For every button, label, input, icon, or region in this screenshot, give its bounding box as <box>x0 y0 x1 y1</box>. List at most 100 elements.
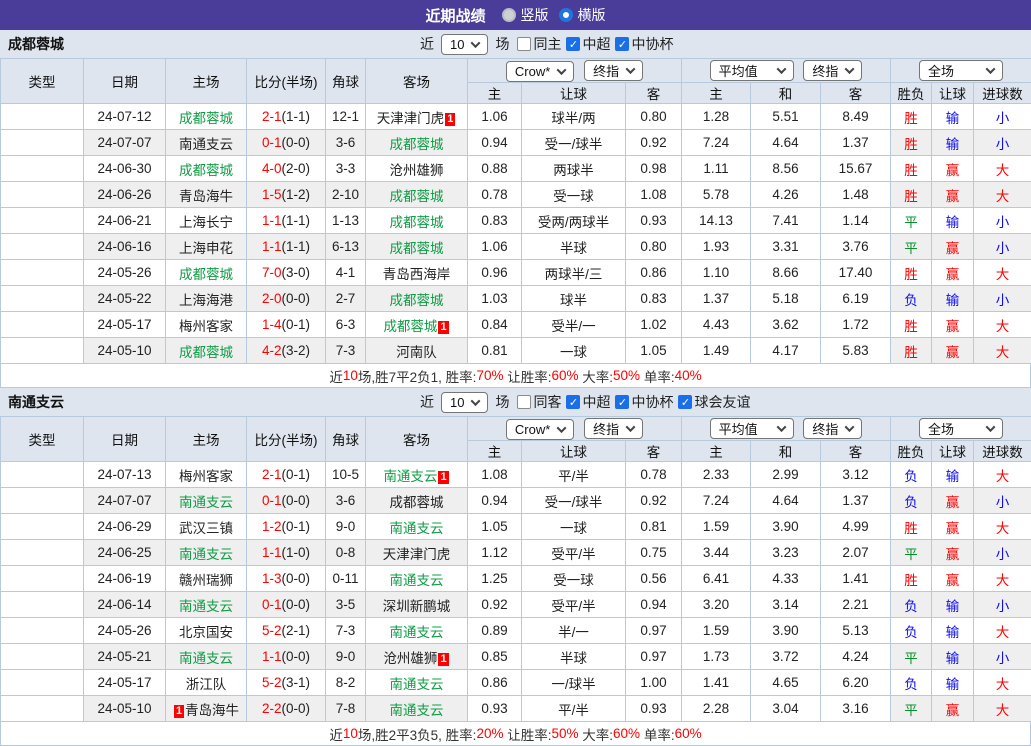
corner-cell: 12-1 <box>326 104 366 130</box>
avg-home-odds-cell: 1.11 <box>682 156 751 182</box>
handicap-line-cell: 受一/球半 <box>522 488 626 514</box>
date-cell: 24-05-10 <box>84 338 166 364</box>
away-team-name: 成都蓉城 <box>383 319 437 334</box>
result-text: 小 <box>996 111 1010 126</box>
summary-row: 近10场,胜2平3负5, 胜率:20% 让胜率:50% 大率:60% 单率:60… <box>0 722 1031 746</box>
avg-away-odds-cell: 6.19 <box>821 286 891 312</box>
score-cell: 1-1(1-1) <box>247 234 326 260</box>
bookmaker-select[interactable]: Crow* <box>506 61 574 82</box>
home-team-name: 成都蓉城 <box>179 163 233 178</box>
chevron-down-icon <box>845 422 855 432</box>
avg-home-odds-cell: 6.41 <box>682 566 751 592</box>
match-count-select[interactable]: 10 <box>441 34 488 55</box>
avg-home-odds-cell: 1.59 <box>682 618 751 644</box>
section-header: 南通支云 近 10 场 同客✓中超✓中协杯✓球会友谊 <box>0 388 1031 416</box>
chevron-down-icon <box>986 64 996 74</box>
summary-text: 近 <box>329 366 343 386</box>
result-text: 胜 <box>904 319 918 334</box>
average-stage-select[interactable]: 终指 <box>803 418 862 439</box>
home-team-name: 梅州客家 <box>179 469 233 484</box>
avg-draw-odds-cell: 5.51 <box>751 104 821 130</box>
away-team-name: 青岛西海岸 <box>383 267 451 282</box>
col-away: 客场 <box>366 417 468 462</box>
result-text: 胜 <box>904 521 918 536</box>
avg-draw-odds-cell: 3.90 <box>751 514 821 540</box>
version-option-vertical[interactable]: 竖版 <box>502 5 549 25</box>
scope-select-value: 全场 <box>928 419 954 438</box>
home-team-cell: 南通支云 <box>166 540 247 566</box>
handicap-home-odds-cell: 0.83 <box>468 208 522 234</box>
handicap-away-odds-cell: 0.86 <box>626 260 682 286</box>
home-team-cell: 上海长宁 <box>166 208 247 234</box>
version-option-horizontal[interactable]: 横版 <box>559 5 606 25</box>
scope-select[interactable]: 全场 <box>919 60 1003 81</box>
result-goals-cell: 大 <box>974 514 1031 540</box>
filter-checkbox[interactable]: 同主 <box>517 34 561 54</box>
average-stage-select[interactable]: 终指 <box>803 60 862 81</box>
match-row: 中超24-07-13梅州客家2-1(0-1)10-5南通支云11.08平/半0.… <box>1 462 1031 488</box>
result-goals-cell: 小 <box>974 130 1031 156</box>
avg-away-odds-cell: 1.41 <box>821 566 891 592</box>
date-cell: 24-06-30 <box>84 156 166 182</box>
match-row: 中超24-06-29武汉三镇1-2(0-1)9-0南通支云1.05一球0.811… <box>1 514 1031 540</box>
checkbox-label: 中超 <box>582 34 610 54</box>
result-handicap-cell: 输 <box>932 670 974 696</box>
checkbox-label: 中超 <box>582 392 610 412</box>
result-text: 负 <box>904 293 918 308</box>
col-odds-home: 主 <box>468 83 522 104</box>
odds-stage-select[interactable]: 终指 <box>584 418 643 439</box>
handicap-line-cell: 一球 <box>522 338 626 364</box>
handicap-home-odds-cell: 0.84 <box>468 312 522 338</box>
home-team-name: 南通支云 <box>179 495 233 510</box>
result-goals-cell: 小 <box>974 644 1031 670</box>
full-time-score: 5-2 <box>262 623 282 638</box>
result-goals-cell: 大 <box>974 260 1031 286</box>
col-odds-handicap: 让球 <box>522 441 626 462</box>
handicap-home-odds-cell: 1.08 <box>468 462 522 488</box>
scope-group-header: 全场 <box>891 59 1031 83</box>
half-time-score: (2-1) <box>282 623 311 638</box>
full-time-score: 2-0 <box>262 291 282 306</box>
result-text: 大 <box>996 345 1010 360</box>
scope-select[interactable]: 全场 <box>919 418 1003 439</box>
home-team-name: 青岛海牛 <box>179 189 233 204</box>
match-row: 中超24-05-17浙江队5-2(3-1)8-2南通支云0.86一/球半1.00… <box>1 670 1031 696</box>
result-text: 小 <box>996 547 1010 562</box>
filter-checkbox[interactable]: ✓中超 <box>566 34 610 54</box>
average-select[interactable]: 平均值 <box>710 418 794 439</box>
league-type-cell: 中超 <box>1 618 84 644</box>
checkbox-unchecked-icon <box>517 395 531 409</box>
filter-checkbox[interactable]: ✓中超 <box>566 392 610 412</box>
corner-cell: 1-13 <box>326 208 366 234</box>
full-time-score: 4-2 <box>262 343 282 358</box>
match-count-select[interactable]: 10 <box>441 392 488 413</box>
filter-checkbox[interactable]: ✓中协杯 <box>615 34 673 54</box>
half-time-score: (1-1) <box>282 213 311 228</box>
filter-checkbox[interactable]: ✓球会友谊 <box>678 392 750 412</box>
summary-text: 50% <box>551 726 578 741</box>
match-rows: 中超24-07-13梅州客家2-1(0-1)10-5南通支云11.08平/半0.… <box>1 462 1031 722</box>
average-select[interactable]: 平均值 <box>710 60 794 81</box>
date-cell: 24-05-17 <box>84 312 166 338</box>
handicap-line-cell: 半球 <box>522 644 626 670</box>
result-text: 平 <box>904 651 918 666</box>
summary-text: 让胜率: <box>503 366 551 386</box>
result-text: 胜 <box>904 111 918 126</box>
result-text: 赢 <box>946 189 960 204</box>
filter-checkboxes: 同主✓中超✓中协杯 <box>517 34 676 54</box>
result-text: 平 <box>904 241 918 256</box>
result-text: 输 <box>946 599 960 614</box>
avg-home-odds-cell: 7.24 <box>682 130 751 156</box>
result-handicap-cell: 输 <box>932 130 974 156</box>
avg-draw-odds-cell: 3.23 <box>751 540 821 566</box>
avg-home-odds-cell: 14.13 <box>682 208 751 234</box>
filter-checkbox[interactable]: 同客 <box>517 392 561 412</box>
bookmaker-select[interactable]: Crow* <box>506 419 574 440</box>
filter-checkbox[interactable]: ✓中协杯 <box>615 392 673 412</box>
result-winloss-cell: 负 <box>891 618 932 644</box>
odds-stage-select[interactable]: 终指 <box>584 60 643 81</box>
result-text: 赢 <box>946 521 960 536</box>
avg-home-odds-cell: 5.78 <box>682 182 751 208</box>
score-cell: 0-1(0-0) <box>247 130 326 156</box>
corner-cell: 9-0 <box>326 644 366 670</box>
